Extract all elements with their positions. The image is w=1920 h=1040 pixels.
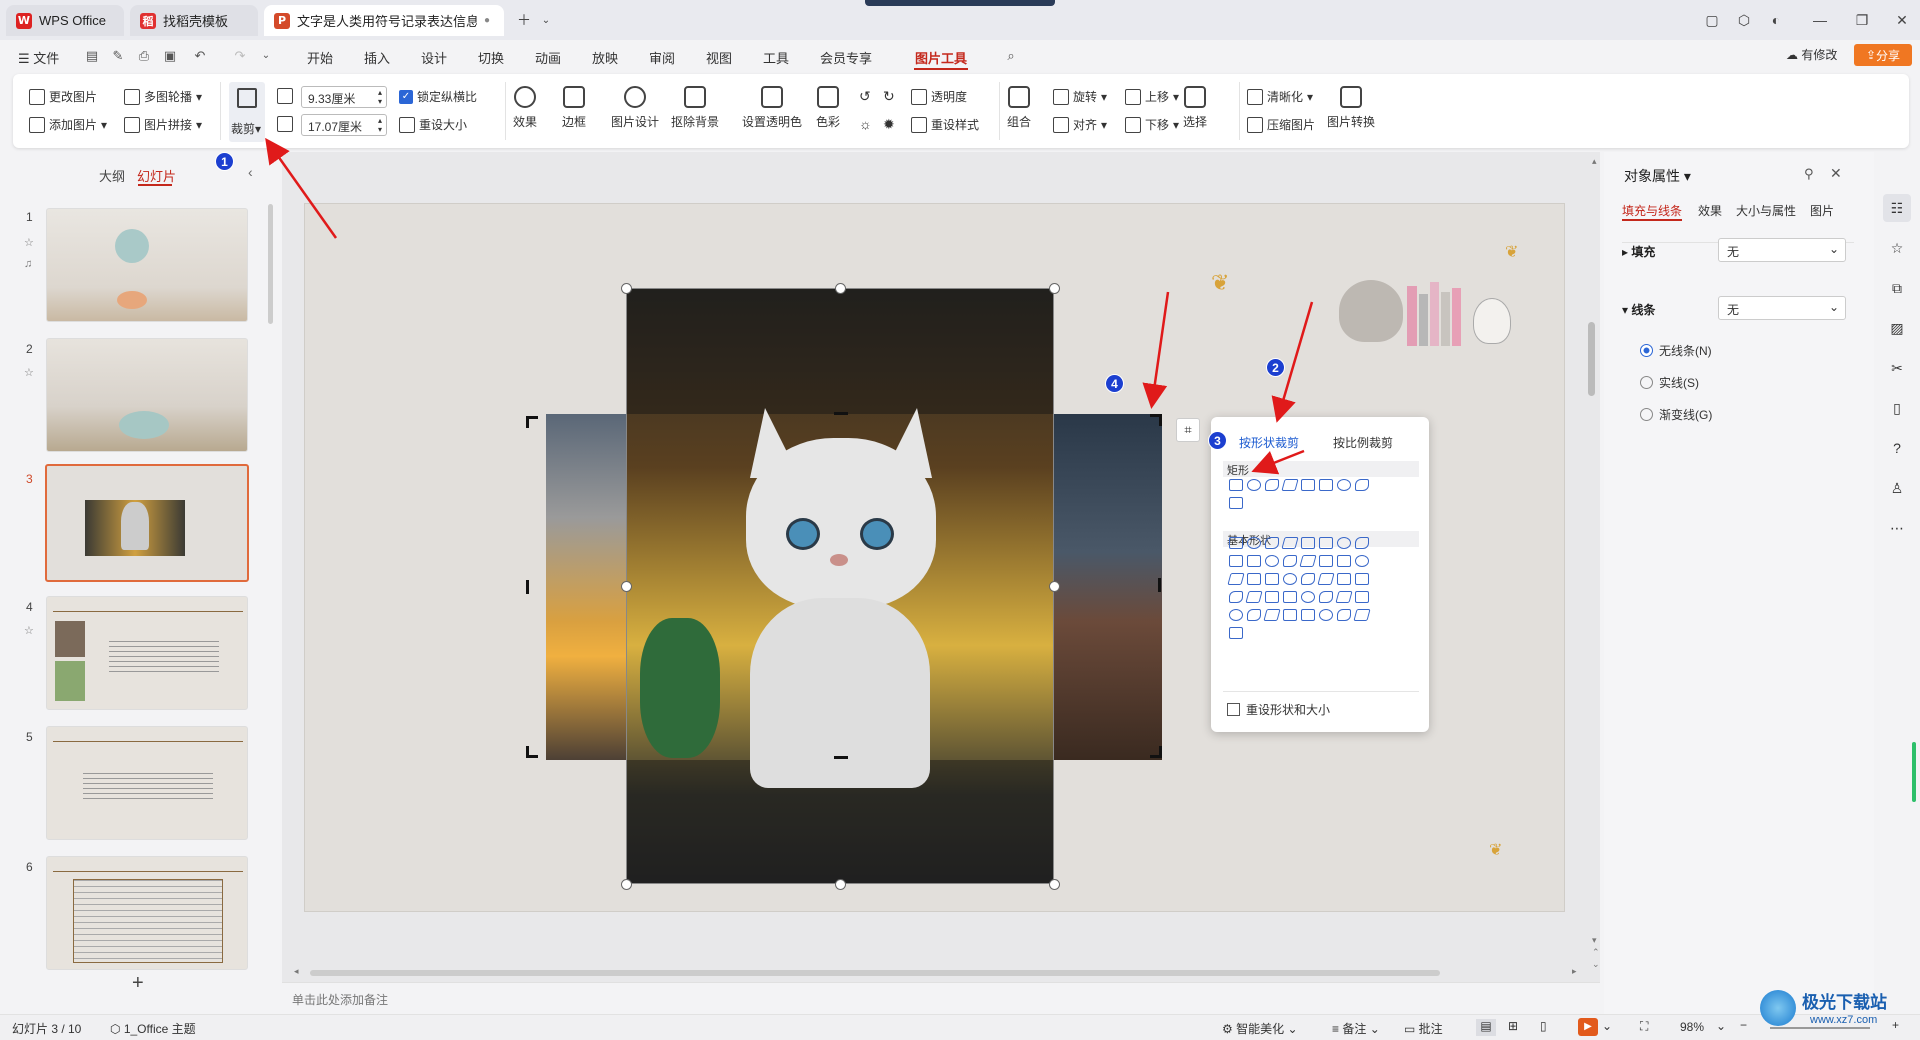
more-icon[interactable]: ⋯ bbox=[1883, 514, 1911, 542]
notes-label: 备注 bbox=[1342, 1022, 1367, 1036]
close-panel-icon[interactable]: ✕ bbox=[1830, 165, 1842, 182]
help-icon[interactable]: ? bbox=[1883, 434, 1911, 462]
line-dropdown[interactable]: 无 ⌄ bbox=[1718, 296, 1846, 320]
copy-icon[interactable]: ⧉ bbox=[1883, 274, 1911, 302]
line-label: 线条 bbox=[1631, 303, 1656, 317]
fill-label: 填充 bbox=[1631, 245, 1656, 259]
tab-fill-line[interactable]: 填充与线条 bbox=[1622, 202, 1682, 219]
chevron-down-icon: ⌄ bbox=[1828, 300, 1839, 314]
zoom-out-icon[interactable]: − bbox=[1740, 1018, 1747, 1032]
book-icon[interactable]: ▯ bbox=[1883, 394, 1911, 422]
arrow-to-shape-tab bbox=[1271, 301, 1314, 423]
radio-selected-icon bbox=[1640, 344, 1653, 357]
tab-size-props[interactable]: 大小与属性 bbox=[1736, 202, 1796, 219]
zoom-options-chevron-icon[interactable]: ⌄ bbox=[1716, 1019, 1726, 1033]
radio-no-line-label: 无线条(N) bbox=[1659, 344, 1712, 358]
properties-icon[interactable]: ☷ bbox=[1883, 194, 1911, 222]
radio-gradient-line-label: 渐变线(G) bbox=[1659, 408, 1713, 422]
smart-beautify-label: 智能美化 bbox=[1236, 1022, 1285, 1036]
side-scroll-indicator[interactable] bbox=[1912, 742, 1916, 802]
radio-icon bbox=[1640, 376, 1653, 389]
tools-icon[interactable]: ✂ bbox=[1883, 354, 1911, 382]
arrow-to-crop bbox=[265, 137, 338, 239]
radio-solid-line-label: 实线(S) bbox=[1659, 376, 1699, 390]
slide-info: 幻灯片 3 / 10 bbox=[12, 1022, 82, 1036]
radio-gradient-line[interactable]: 渐变线(G) bbox=[1640, 406, 1712, 423]
normal-view-icon[interactable]: ▤ bbox=[1476, 1019, 1496, 1036]
fit-window-icon[interactable]: ⛶ bbox=[1640, 1019, 1648, 1034]
watermark-url: www.xz7.com bbox=[1810, 1014, 1878, 1026]
active-tab-underline bbox=[1622, 219, 1682, 221]
watermark-logo: 极光下载站 www.xz7.com bbox=[1760, 988, 1916, 1032]
pin-icon[interactable]: ⚲ bbox=[1804, 166, 1814, 182]
radio-solid-line[interactable]: 实线(S) bbox=[1640, 374, 1699, 391]
tab-effects[interactable]: 效果 bbox=[1698, 202, 1722, 219]
object-properties-panel: 对象属性 ▾ ⚲ ✕ 填充与线条 效果 大小与属性 图片 ▸ 填充 无 ⌄ ▾ 线… bbox=[1604, 152, 1874, 1014]
smart-beautify-button[interactable]: ⚙ 智能美化 ⌄ bbox=[1222, 1020, 1298, 1037]
fill-section[interactable]: ▸ 填充 bbox=[1622, 243, 1655, 260]
theme-info[interactable]: ⬡ 1_Office 主题 bbox=[110, 1020, 196, 1037]
star-icon[interactable]: ☆ bbox=[1883, 234, 1911, 262]
line-section[interactable]: ▾ 线条 bbox=[1622, 301, 1655, 318]
side-toolbar: ☷ ☆ ⧉ ▨ ✂ ▯ ? ♙ ⋯ bbox=[1874, 152, 1920, 1014]
radio-no-line[interactable]: 无线条(N) bbox=[1640, 342, 1712, 359]
play-options-chevron-icon[interactable]: ⌄ bbox=[1602, 1019, 1612, 1033]
line-value: 无 bbox=[1727, 303, 1740, 317]
tab-picture[interactable]: 图片 bbox=[1810, 202, 1834, 219]
panel-title[interactable]: 对象属性 ▾ bbox=[1624, 166, 1691, 186]
theme-label: 1_Office 主题 bbox=[123, 1022, 196, 1036]
grid-view-icon[interactable]: ⊞ bbox=[1508, 1019, 1518, 1033]
notes-toggle-button[interactable]: ≡ 备注 ⌄ bbox=[1332, 1020, 1380, 1037]
picture-edit-icon[interactable]: ▨ bbox=[1883, 314, 1911, 342]
zoom-level[interactable]: 98% bbox=[1680, 1020, 1704, 1034]
radio-icon bbox=[1640, 408, 1653, 421]
fill-value: 无 bbox=[1727, 245, 1740, 259]
chevron-down-icon: ⌄ bbox=[1828, 242, 1839, 256]
arrow-to-rect-section bbox=[1251, 449, 1305, 475]
reading-view-icon[interactable]: ▯ bbox=[1540, 1019, 1547, 1033]
status-bar: 幻灯片 3 / 10 ⬡ 1_Office 主题 ⚙ 智能美化 ⌄ ≡ 备注 ⌄… bbox=[0, 1014, 1920, 1040]
fill-dropdown[interactable]: 无 ⌄ bbox=[1718, 238, 1846, 262]
comments-button[interactable]: ▭ 批注 bbox=[1404, 1020, 1443, 1037]
watermark-site: 极光下载站 bbox=[1802, 993, 1887, 1012]
watermark-globe-icon bbox=[1760, 990, 1796, 1026]
arrow-to-crop-corner bbox=[1142, 291, 1170, 409]
shirt-icon[interactable]: ♙ bbox=[1883, 474, 1911, 502]
comments-label: 批注 bbox=[1418, 1022, 1443, 1036]
panel-title-text: 对象属性 bbox=[1624, 168, 1680, 184]
play-icon[interactable]: ▶ bbox=[1578, 1018, 1598, 1036]
